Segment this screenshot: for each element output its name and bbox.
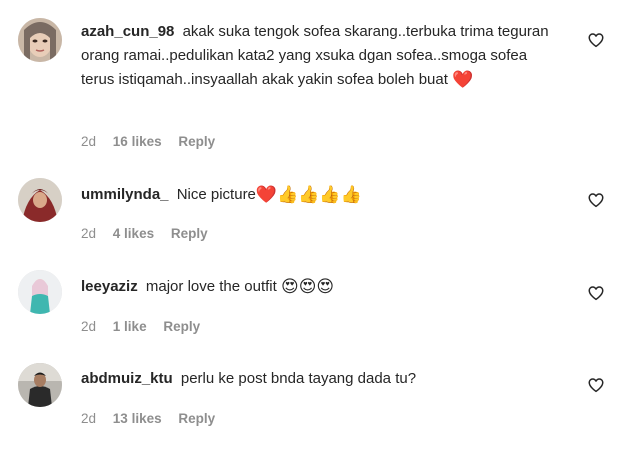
comment-likes-count[interactable]: 4 likes <box>113 226 154 241</box>
comment-likes-count[interactable]: 1 like <box>113 319 147 334</box>
reply-button[interactable]: Reply <box>171 226 208 241</box>
comment-timestamp: 2d <box>81 319 97 334</box>
comment-body: azah_cun_98 akak suka tengok sofea skara… <box>81 20 551 92</box>
comment-emoji: ❤️👍👍👍👍 <box>255 185 362 205</box>
comment-text: major love the outfit <box>145 278 277 295</box>
avatar[interactable] <box>18 178 62 222</box>
comment-likes-count[interactable]: 13 likes <box>113 411 162 426</box>
comment-text: perlu ke post bnda tayang dada tu? <box>180 370 417 387</box>
comment-timestamp: 2d <box>81 134 97 149</box>
comment-username[interactable]: azah_cun_98 <box>81 23 174 40</box>
comment-username[interactable]: ummilynda_ <box>81 186 169 203</box>
comment-emoji: ❤️ <box>452 70 474 90</box>
comment-text: Nice picture <box>176 186 256 203</box>
like-comment-button[interactable] <box>587 376 605 394</box>
avatar[interactable] <box>18 18 62 62</box>
reply-button[interactable]: Reply <box>178 134 215 149</box>
like-comment-button[interactable] <box>587 31 605 49</box>
comment-body: leeyaziz major love the outfit 😍😍😍 <box>81 275 551 299</box>
heart-outline-icon <box>588 378 604 393</box>
like-comment-button[interactable] <box>587 191 605 209</box>
avatar-image <box>18 178 62 222</box>
reply-button[interactable]: Reply <box>163 319 200 334</box>
comment-timestamp: 2d <box>81 411 97 426</box>
comment-meta: 2d 1 like Reply <box>81 319 213 334</box>
reply-button[interactable]: Reply <box>178 411 215 426</box>
avatar-image <box>18 18 62 62</box>
avatar-image <box>18 270 62 314</box>
comment-meta: 2d 13 likes Reply <box>81 411 228 426</box>
comment-likes-count[interactable]: 16 likes <box>113 134 162 149</box>
comment-body: abdmuiz_ktu perlu ke post bnda tayang da… <box>81 367 551 391</box>
comment-timestamp: 2d <box>81 226 97 241</box>
avatar[interactable] <box>18 270 62 314</box>
comment-username[interactable]: leeyaziz <box>81 278 138 295</box>
heart-outline-icon <box>588 286 604 301</box>
comment-emoji: 😍😍😍 <box>280 277 335 297</box>
heart-outline-icon <box>588 193 604 208</box>
heart-outline-icon <box>588 33 604 48</box>
avatar[interactable] <box>18 363 62 407</box>
like-comment-button[interactable] <box>587 284 605 302</box>
avatar-image <box>18 363 62 407</box>
comment-body: ummilynda_ Nice picture❤️👍👍👍👍 <box>81 183 551 207</box>
comment-meta: 2d 4 likes Reply <box>81 226 221 241</box>
comment-meta: 2d 16 likes Reply <box>81 134 228 149</box>
comment-username[interactable]: abdmuiz_ktu <box>81 370 173 387</box>
